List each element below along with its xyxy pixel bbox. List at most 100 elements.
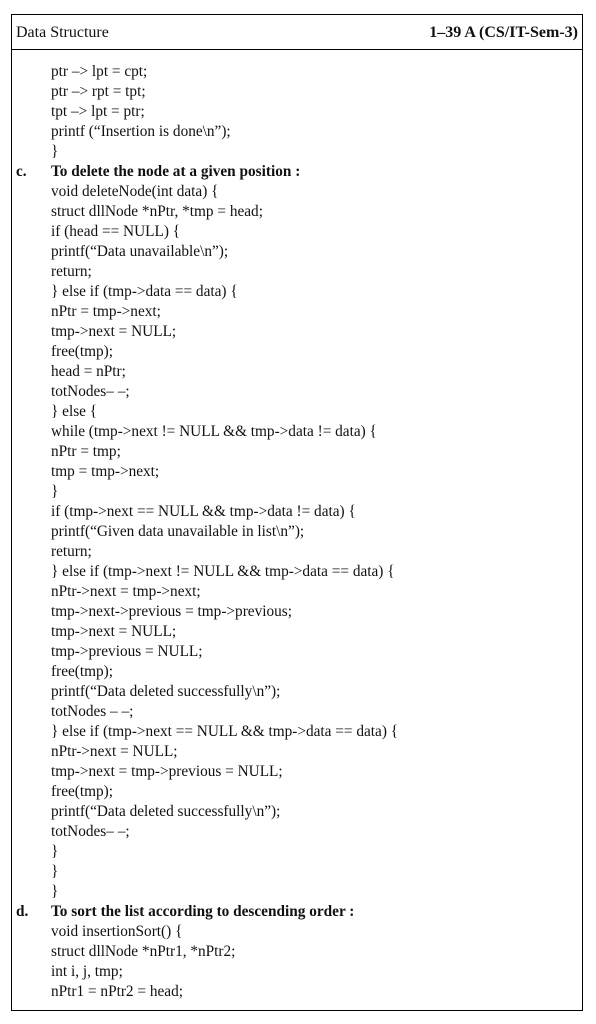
code-text: nPtr = tmp->next; bbox=[51, 303, 161, 320]
code-text: free(tmp); bbox=[51, 663, 114, 680]
code-text: tmp->next = NULL; bbox=[51, 623, 177, 640]
code-line: } bbox=[12, 882, 582, 902]
code-text: nPtr = tmp; bbox=[51, 443, 121, 460]
code-line: nPtr->next = NULL; bbox=[12, 742, 582, 762]
code-line: } bbox=[12, 842, 582, 862]
code-line: void insertionSort() { bbox=[12, 922, 582, 942]
page-frame: Data Structure 1–39 A (CS/IT-Sem-3) ptr … bbox=[11, 14, 583, 1011]
code-line: totNodes– –; bbox=[12, 382, 582, 402]
code-text: tmp->previous = NULL; bbox=[51, 643, 203, 660]
code-text: void deleteNode(int data) { bbox=[51, 183, 219, 200]
code-text: } else if (tmp->next != NULL && tmp->dat… bbox=[51, 563, 395, 580]
code-text: while (tmp->next != NULL && tmp->data !=… bbox=[51, 423, 377, 440]
code-line: while (tmp->next != NULL && tmp->data !=… bbox=[12, 422, 582, 442]
code-line: tmp->next = tmp->previous = NULL; bbox=[12, 762, 582, 782]
code-text: printf(“Given data unavailable in list\n… bbox=[51, 523, 305, 540]
code-line: void deleteNode(int data) { bbox=[12, 182, 582, 202]
code-line: printf(“Given data unavailable in list\n… bbox=[12, 522, 582, 542]
code-text: totNodes– –; bbox=[51, 383, 130, 400]
code-line: if (head == NULL) { bbox=[12, 222, 582, 242]
code-line: printf(“Data deleted successfully\n”); bbox=[12, 802, 582, 822]
code-line: if (tmp->next == NULL && tmp->data != da… bbox=[12, 502, 582, 522]
code-line: printf(“Data unavailable\n”); bbox=[12, 242, 582, 262]
page-header: Data Structure 1–39 A (CS/IT-Sem-3) bbox=[12, 15, 582, 50]
code-text: struct dllNode *nPtr1, *nPtr2; bbox=[51, 943, 236, 960]
code-text: head = nPtr; bbox=[51, 363, 126, 380]
code-text: tmp->next->previous = tmp->previous; bbox=[51, 603, 292, 620]
code-line: return; bbox=[12, 542, 582, 562]
code-line: } else if (tmp->next == NULL && tmp->dat… bbox=[12, 722, 582, 742]
code-line: } else if (tmp->next != NULL && tmp->dat… bbox=[12, 562, 582, 582]
code-text: } bbox=[51, 143, 59, 160]
section-marker: c. bbox=[16, 163, 27, 180]
code-text: nPtr->next = NULL; bbox=[51, 743, 178, 760]
code-line: free(tmp); bbox=[12, 782, 582, 802]
code-line: tmp->next->previous = tmp->previous; bbox=[12, 602, 582, 622]
code-text: printf(“Data deleted successfully\n”); bbox=[51, 683, 281, 700]
code-line: tmp->previous = NULL; bbox=[12, 642, 582, 662]
code-text: free(tmp); bbox=[51, 783, 114, 800]
section-heading-text: To sort the list according to descending… bbox=[51, 903, 355, 920]
code-listing: ptr –> lpt = cpt; ptr –> rpt = tpt; tpt –>… bbox=[12, 62, 582, 1002]
code-line: tmp->next = NULL; bbox=[12, 622, 582, 642]
section-marker: d. bbox=[16, 903, 29, 920]
code-line: } else { bbox=[12, 402, 582, 422]
code-text: tmp->next = tmp->previous = NULL; bbox=[51, 763, 283, 780]
code-text: nPtr1 = nPtr2 = head; bbox=[51, 983, 183, 1000]
code-line: nPtr->next = tmp->next; bbox=[12, 582, 582, 602]
code-text: } else { bbox=[51, 403, 98, 420]
page-number: 1–39 A (CS/IT-Sem-3) bbox=[429, 24, 578, 41]
code-line: } bbox=[12, 142, 582, 162]
code-text: free(tmp); bbox=[51, 343, 114, 360]
code-text: } bbox=[51, 843, 59, 860]
code-text: if (head == NULL) { bbox=[51, 223, 181, 240]
code-text: printf(“Data unavailable\n”); bbox=[51, 243, 229, 260]
section-heading-text: To delete the node at a given position : bbox=[51, 163, 301, 180]
code-line: } bbox=[12, 482, 582, 502]
code-text: return; bbox=[51, 263, 92, 280]
code-line: totNodes– –; bbox=[12, 822, 582, 842]
code-text: printf (“Insertion is done\n”); bbox=[51, 123, 231, 140]
code-text: } bbox=[51, 483, 59, 500]
code-text: if (tmp->next == NULL && tmp->data != da… bbox=[51, 503, 356, 520]
code-line: nPtr = tmp->next; bbox=[12, 302, 582, 322]
code-text: tpt –> lpt = ptr; bbox=[51, 103, 145, 120]
code-text: struct dllNode *nPtr, *tmp = head; bbox=[51, 203, 263, 220]
code-text: return; bbox=[51, 543, 92, 560]
section-heading: c. To delete the node at a given position… bbox=[12, 162, 582, 182]
code-line: } bbox=[12, 862, 582, 882]
code-line: } else if (tmp->data == data) { bbox=[12, 282, 582, 302]
code-line: free(tmp); bbox=[12, 342, 582, 362]
code-text: void insertionSort() { bbox=[51, 923, 183, 940]
code-line: nPtr = tmp; bbox=[12, 442, 582, 462]
code-text: tmp = tmp->next; bbox=[51, 463, 160, 480]
code-text: } bbox=[51, 863, 59, 880]
code-text: nPtr->next = tmp->next; bbox=[51, 583, 201, 600]
code-text: ptr –> rpt = tpt; bbox=[51, 83, 146, 100]
code-line: return; bbox=[12, 262, 582, 282]
code-line: totNodes – –; bbox=[12, 702, 582, 722]
code-text: totNodes– –; bbox=[51, 823, 130, 840]
running-title: Data Structure bbox=[16, 24, 109, 41]
code-line: tmp = tmp->next; bbox=[12, 462, 582, 482]
code-line: tmp->next = NULL; bbox=[12, 322, 582, 342]
code-line: ptr –> rpt = tpt; bbox=[12, 82, 582, 102]
code-line: struct dllNode *nPtr1, *nPtr2; bbox=[12, 942, 582, 962]
code-line: printf(“Data deleted successfully\n”); bbox=[12, 682, 582, 702]
code-line: nPtr1 = nPtr2 = head; bbox=[12, 982, 582, 1002]
code-text: ptr –> lpt = cpt; bbox=[51, 63, 148, 80]
code-text: } bbox=[51, 883, 59, 900]
code-line: ptr –> lpt = cpt; bbox=[12, 62, 582, 82]
code-line: free(tmp); bbox=[12, 662, 582, 682]
code-text: tmp->next = NULL; bbox=[51, 323, 177, 340]
code-text: totNodes – –; bbox=[51, 703, 134, 720]
section-heading: d. To sort the list according to descendi… bbox=[12, 902, 582, 922]
code-line: printf (“Insertion is done\n”); bbox=[12, 122, 582, 142]
code-text: int i, j, tmp; bbox=[51, 963, 123, 980]
code-text: } else if (tmp->next == NULL && tmp->dat… bbox=[51, 723, 399, 740]
code-line: head = nPtr; bbox=[12, 362, 582, 382]
code-line: int i, j, tmp; bbox=[12, 962, 582, 982]
code-text: } else if (tmp->data == data) { bbox=[51, 283, 238, 300]
code-text: printf(“Data deleted successfully\n”); bbox=[51, 803, 281, 820]
code-line: tpt –> lpt = ptr; bbox=[12, 102, 582, 122]
